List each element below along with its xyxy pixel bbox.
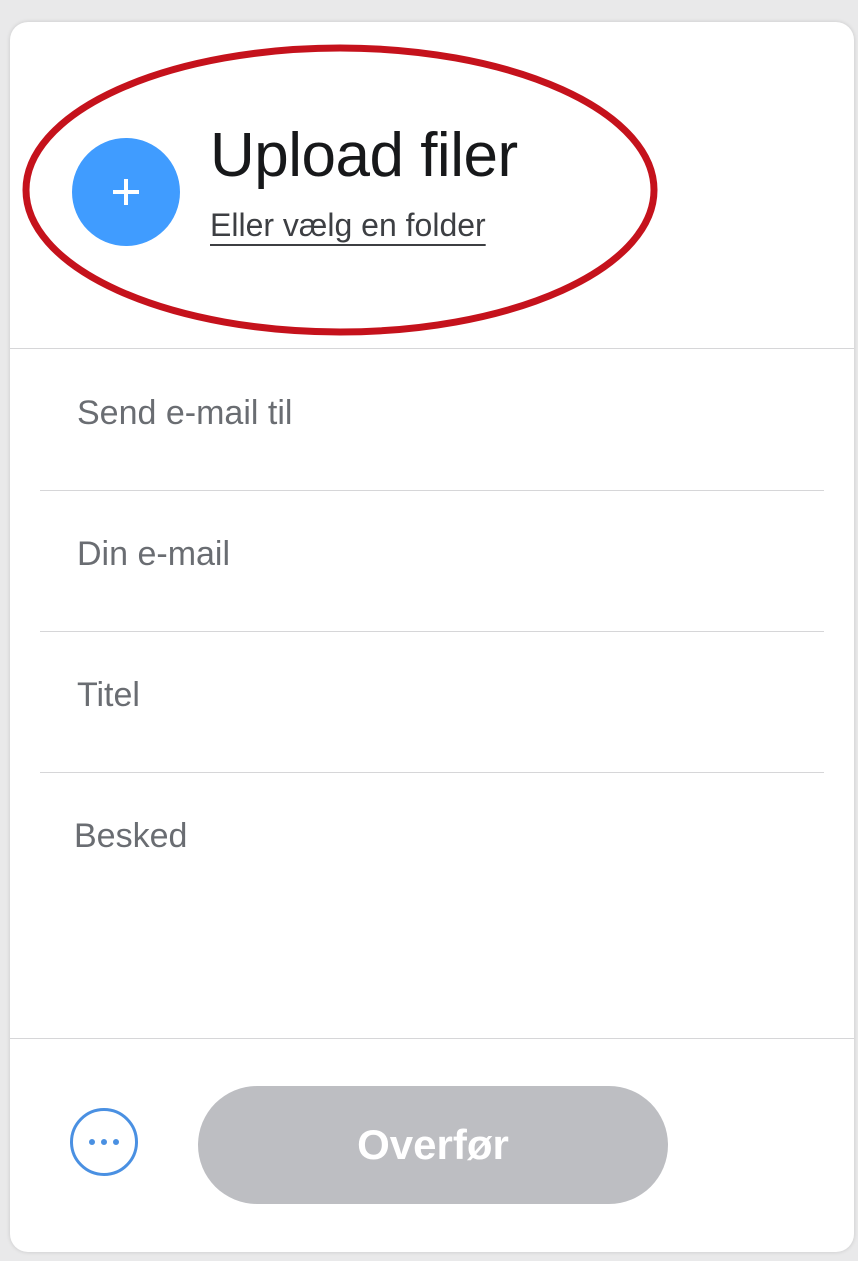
- more-dot: [101, 1139, 107, 1145]
- upload-section: Upload filer Eller vælg en folder: [10, 22, 854, 349]
- select-folder-link[interactable]: Eller vælg en folder: [210, 207, 486, 244]
- more-options-icon: [89, 1139, 95, 1145]
- send-email-to-field[interactable]: Send e-mail til: [40, 349, 824, 491]
- message-field[interactable]: Besked: [10, 772, 854, 1039]
- more-options-button[interactable]: [70, 1108, 138, 1176]
- add-files-button[interactable]: [72, 138, 180, 246]
- title-field[interactable]: Titel: [40, 631, 824, 773]
- message-placeholder: Besked: [74, 817, 188, 855]
- more-dot: [113, 1139, 119, 1145]
- plus-icon: [113, 179, 139, 205]
- title-placeholder: Titel: [77, 676, 140, 714]
- send-email-to-placeholder: Send e-mail til: [77, 394, 293, 432]
- upload-title: Upload filer: [210, 121, 518, 190]
- transfer-button[interactable]: Overfør: [198, 1086, 668, 1204]
- transfer-panel: Upload filer Eller vælg en folder Send e…: [10, 22, 854, 1252]
- your-email-placeholder: Din e-mail: [77, 535, 231, 573]
- your-email-field[interactable]: Din e-mail: [40, 490, 824, 632]
